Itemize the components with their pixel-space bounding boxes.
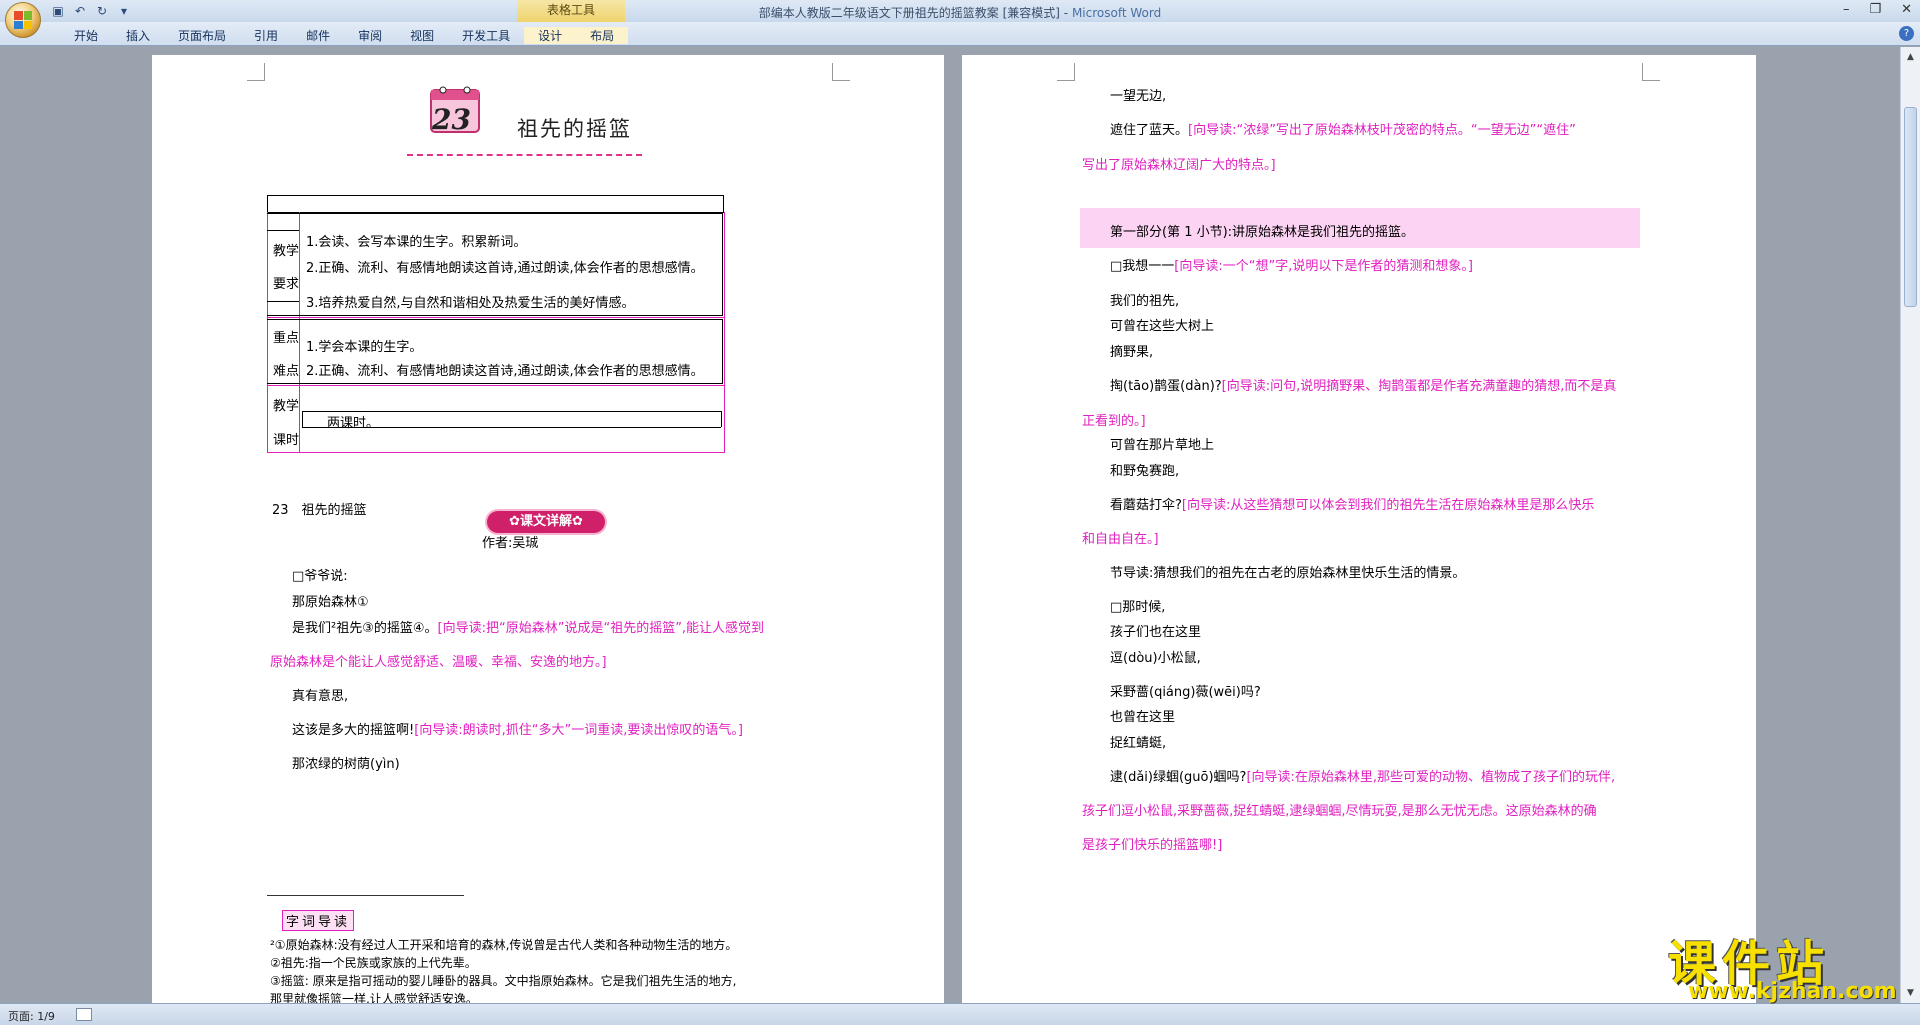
app-name: Microsoft Word <box>1071 6 1162 20</box>
footnote-separator <box>267 895 464 896</box>
reading-guide: [向导读:问句,说明摘野果、掏鹊蛋都是作者充满童趣的猜想,而不是真 <box>1221 379 1617 394</box>
crop-mark <box>832 63 850 81</box>
vocab-guide-tag: 字词导读 <box>282 910 355 931</box>
row2-label-bottom: 难点 <box>273 364 300 379</box>
reading-guide: 原始森林是个能让人感觉舒适、温暖、幸福、安逸的地方。] <box>270 655 607 670</box>
tab-page-layout[interactable]: 页面布局 <box>164 27 240 44</box>
row3-label-bottom: 课时 <box>273 433 300 448</box>
poem-line: □爷爷说: <box>292 569 348 584</box>
section-guide: 节导读:猜想我们的祖先在古老的原始森林里快乐生活的情景。 <box>1110 566 1466 581</box>
footnote: ²①原始森林:没有经过人工开采和培育的森林,传说曾是古代人类和各种动物生活的地方… <box>270 938 738 952</box>
goal-item: 1.会读、会写本课的生字。积累新词。 <box>306 235 527 250</box>
poem-line: 一望无边, <box>1110 89 1167 104</box>
vertical-scrollbar[interactable]: ▲ ▼ <box>1900 47 1920 1003</box>
poem-line: □我想一一[向导读:一个“想”字,说明以下是作者的猜测和想象。] <box>1110 259 1473 274</box>
title-underline <box>407 154 642 156</box>
footnote: ③摇篮: 原来是指可摇动的婴儿睡卧的器具。文中指原始森林。它是我们祖先生活的地方… <box>270 974 737 988</box>
tab-references[interactable]: 引用 <box>240 27 292 44</box>
poem-line: 捉红蜻蜓, <box>1110 736 1167 751</box>
crop-mark <box>247 63 265 81</box>
reading-guide: 孩子们逗小松鼠,采野蔷薇,捉红蜻蜓,逮绿蝈蝈,尽情玩耍,是那么无忧无虑。这原始森… <box>1082 804 1597 819</box>
poem-line: 这该是多大的摇篮啊![向导读:朗读时,抓住“多大”一词重读,要读出惊叹的语气。] <box>292 723 743 738</box>
office-button[interactable] <box>5 2 41 38</box>
poem-line: 逮(dǎi)绿蝈(guō)蝈吗?[向导读:在原始森林里,那些可爱的动物、植物成了… <box>1110 770 1616 785</box>
footnote: ②祖先:指一个民族或家族的上代先辈。 <box>270 956 477 970</box>
poem-line: 那浓绿的树荫(yìn) <box>292 757 400 772</box>
scroll-up-icon[interactable]: ▲ <box>1904 51 1917 64</box>
poem-line: 遮住了蓝天。[向导读:“浓绿”写出了原始森林枝叶茂密的特点。“一望无边”“遮住” <box>1110 123 1576 138</box>
ribbon-tabs: 开始 插入 页面布局 引用 邮件 审阅 视图 开发工具 设计 布局 <box>60 27 629 44</box>
row1-label-bottom: 要求 <box>273 277 300 292</box>
reading-guide: [向导读:一个“想”字,说明以下是作者的猜测和想象。] <box>1174 259 1473 274</box>
row1-label-top: 教学 <box>273 244 300 259</box>
goal-item: 3.培养热爱自然,与自然和谐相处及热爱生活的美好情感。 <box>306 296 635 311</box>
window-title: 部编本人教版二年级语文下册祖先的摇篮教案 [兼容模式] - Microsoft … <box>758 6 1162 20</box>
poem-line: 采野蔷(qiáng)薇(wēi)吗? <box>1110 685 1261 700</box>
tab-home[interactable]: 开始 <box>60 27 112 44</box>
poem-line: 和野兔赛跑, <box>1110 464 1180 479</box>
scroll-thumb[interactable] <box>1904 107 1917 307</box>
title-bar: ▣ ↶ ↻ ▾ 表格工具 部编本人教版二年级语文下册祖先的摇篮教案 [兼容模式]… <box>0 0 1920 38</box>
document-page-2[interactable]: 一望无边, 遮住了蓝天。[向导读:“浓绿”写出了原始森林枝叶茂密的特点。“一望无… <box>962 55 1756 1015</box>
reading-guide: [向导读:朗读时,抓住“多大”一词重读,要读出惊叹的语气。] <box>414 723 743 738</box>
ribbon: 开始 插入 页面布局 引用 邮件 审阅 视图 开发工具 设计 布局 ? <box>0 22 1920 46</box>
minimize-icon[interactable]: – <box>1843 2 1850 17</box>
tab-view[interactable]: 视图 <box>396 27 448 44</box>
status-bar: 页面: 1/9 <box>0 1003 1920 1025</box>
goal-item: 2.正确、流利、有感情地朗读这首诗,通过朗读,体会作者的思想感情。 <box>306 261 704 276</box>
poem-line: 可曾在这些大树上 <box>1110 319 1215 334</box>
tab-review[interactable]: 审阅 <box>344 27 396 44</box>
focus-item: 1.学会本课的生字。 <box>306 340 423 355</box>
lesson-title: 祖先的摇篮 <box>517 117 632 141</box>
proofing-icon[interactable] <box>76 1008 92 1021</box>
poem-line: 掏(tāo)鹊蛋(dàn)?[向导读:问句,说明摘野果、掏鹊蛋都是作者充满童趣的… <box>1110 379 1617 394</box>
poem-line: 看蘑菇打伞?[向导读:从这些猜想可以体会到我们的祖先生活在原始森林里是那么快乐 <box>1110 498 1595 513</box>
poem-line: □那时候, <box>1110 600 1166 615</box>
reading-guide: [向导读:“浓绿”写出了原始森林枝叶茂密的特点。“一望无边”“遮住” <box>1188 123 1576 138</box>
poem-line: 逗(dòu)小松鼠, <box>1110 651 1201 666</box>
reading-guide: 和自由自在。] <box>1082 532 1159 547</box>
crop-mark <box>1642 63 1660 81</box>
watermark-url: www.kjzhan.com <box>1688 979 1897 1004</box>
window-controls: – ❐ ✕ <box>1843 2 1912 17</box>
close-icon[interactable]: ✕ <box>1901 2 1912 17</box>
poem-line: 可曾在那片草地上 <box>1110 438 1215 453</box>
reading-guide: [向导读:在原始森林里,那些可爱的动物、植物成了孩子们的玩伴, <box>1246 770 1616 785</box>
poem-line: 是我们²祖先③的摇篮④。[向导读:把“原始森林”说成是“祖先的摇篮”,能让人感觉… <box>292 621 765 636</box>
reading-guide: [向导读:把“原始森林”说成是“祖先的摇篮”,能让人感觉到 <box>437 621 765 636</box>
row2-label-top: 重点 <box>273 331 300 346</box>
class-hours-value: 两课时。 <box>327 416 380 431</box>
text-heading: 23 祖先的摇篮 <box>272 503 367 518</box>
crop-mark <box>1057 63 1075 81</box>
maximize-icon[interactable]: ❐ <box>1869 2 1881 17</box>
document-page-1[interactable]: 23 祖先的摇篮 教学 要求 1.会读、会写本课的生字。积累新词。 2.正确、流… <box>152 55 944 1015</box>
poem-line: 也曾在这里 <box>1110 710 1176 725</box>
watermark: 课件站 www.kjzhan.com <box>1668 924 1916 1004</box>
poem-line: 孩子们也在这里 <box>1110 625 1202 640</box>
reading-guide: 是孩子们快乐的摇篮哪!] <box>1082 838 1223 853</box>
tab-design[interactable]: 设计 <box>524 27 577 44</box>
reading-guide: [向导读:从这些猜想可以体会到我们的祖先生活在原始森林里是那么快乐 <box>1181 498 1595 513</box>
page-indicator[interactable]: 页面: 1/9 <box>8 1008 55 1024</box>
section-banner: ✿课文详解✿ <box>487 511 605 533</box>
poem-line: 我们的祖先, <box>1110 294 1180 309</box>
tab-mailings[interactable]: 邮件 <box>292 27 344 44</box>
lesson-number: 23 <box>432 103 471 136</box>
reading-guide: 正看到的。] <box>1082 414 1146 429</box>
document-name: 部编本人教版二年级语文下册祖先的摇篮教案 [兼容模式] <box>758 6 1060 20</box>
tab-developer[interactable]: 开发工具 <box>448 27 524 44</box>
document-workspace: 23 祖先的摇篮 教学 要求 1.会读、会写本课的生字。积累新词。 2.正确、流… <box>0 47 1900 1015</box>
author-line: 作者:吴珹 <box>482 536 539 551</box>
poem-line: 真有意思, <box>292 689 349 704</box>
help-icon[interactable]: ? <box>1899 26 1914 41</box>
tab-insert[interactable]: 插入 <box>112 27 164 44</box>
focus-item: 2.正确、流利、有感情地朗读这首诗,通过朗读,体会作者的思想感情。 <box>306 364 704 379</box>
section-summary: 第一部分(第 1 小节):讲原始森林是我们祖先的摇篮。 <box>1110 225 1415 240</box>
poem-line: 那原始森林① <box>292 595 369 610</box>
tab-layout[interactable]: 布局 <box>576 27 629 44</box>
reading-guide: 写出了原始森林辽阔广大的特点。] <box>1082 158 1276 173</box>
poem-line: 摘野果, <box>1110 345 1154 360</box>
row3-label-top: 教学 <box>273 399 300 414</box>
